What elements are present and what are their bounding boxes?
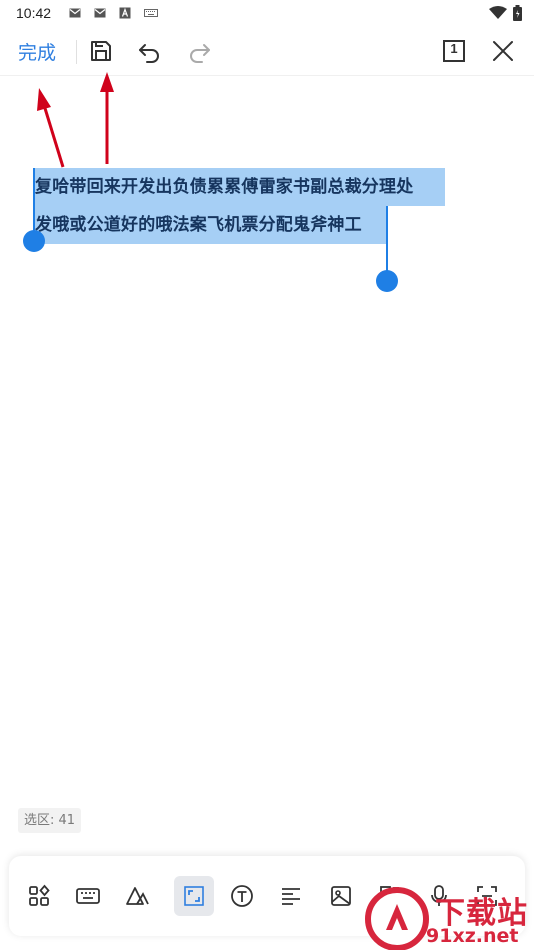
text-line-1[interactable]: 复哈带回来开发出负债累累傅雷家书副总裁分理处 (33, 168, 445, 206)
select-frame-icon[interactable] (174, 876, 214, 916)
editor-toolbar: 完成 1 (0, 28, 534, 76)
start-handle-bar (33, 168, 35, 238)
mail-icon (69, 8, 81, 18)
status-bar: 10:42 (0, 0, 534, 28)
mail-icon (94, 8, 106, 18)
status-right (489, 5, 522, 21)
align-icon[interactable] (271, 876, 311, 916)
image-icon[interactable] (321, 876, 361, 916)
page-badge: 1 (450, 41, 458, 56)
battery-icon (513, 5, 522, 21)
text-icon[interactable] (222, 876, 262, 916)
end-handle-bar (386, 206, 388, 274)
text-line-2[interactable]: 发哦或公道好的哦法案飞机票分配鬼斧神工 (33, 206, 386, 244)
toolbar-divider (76, 40, 77, 64)
page-one-icon[interactable]: 1 (441, 38, 467, 64)
watermark-logo-icon (365, 887, 429, 950)
layout-grid-icon[interactable] (19, 876, 59, 916)
status-time: 10:42 (16, 5, 52, 21)
keyboard-icon (144, 9, 158, 17)
start-handle[interactable] (23, 230, 45, 252)
font-a-icon (119, 7, 131, 19)
wifi-icon (489, 6, 507, 19)
watermark-url: 91xz.net (426, 925, 519, 947)
selection-count-chip: 选区: 41 (18, 808, 82, 833)
close-icon[interactable] (490, 38, 516, 64)
shape-icon[interactable] (117, 876, 157, 916)
annotation-arrows (37, 72, 114, 168)
keyboard-icon[interactable] (68, 876, 108, 916)
redo-icon[interactable] (186, 38, 212, 64)
arrow-to-done (42, 104, 65, 168)
undo-icon[interactable] (137, 38, 163, 64)
save-icon[interactable] (88, 38, 114, 64)
arrowhead-done (37, 88, 51, 111)
end-handle[interactable] (376, 270, 398, 292)
done-button[interactable]: 完成 (18, 38, 56, 65)
